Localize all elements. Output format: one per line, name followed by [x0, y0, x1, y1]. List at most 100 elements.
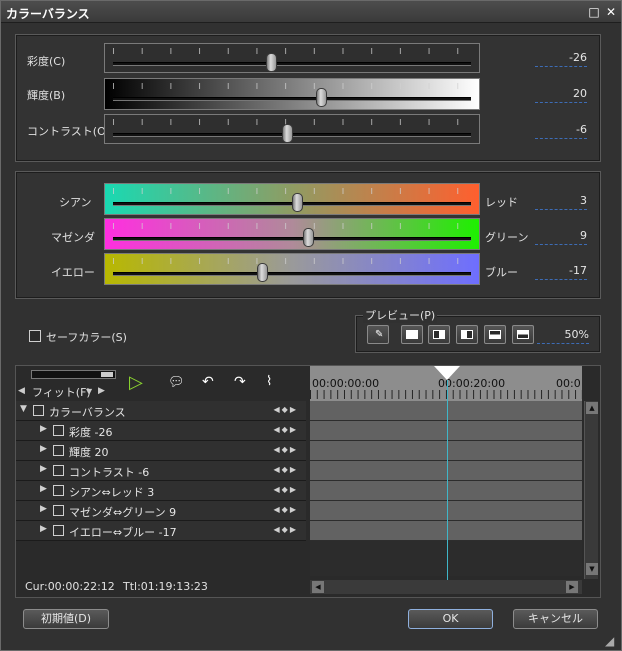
- bottom-split-icon: [517, 330, 529, 339]
- expand-right-icon[interactable]: ▶: [40, 424, 47, 434]
- eyedropper-icon: ✎: [375, 329, 384, 340]
- track-row[interactable]: ▶ マゼンダ⇔グリーン 9 ◀◆▶: [16, 501, 306, 521]
- brightness-value[interactable]: 20: [535, 87, 587, 103]
- keyframe-lane[interactable]: [310, 461, 582, 481]
- expand-down-icon[interactable]: ▼: [20, 404, 27, 414]
- expand-right-icon[interactable]: ▶: [40, 464, 47, 474]
- preview-original-button[interactable]: ✎: [367, 325, 389, 344]
- expand-right-icon[interactable]: ▶: [40, 484, 47, 494]
- keyframe-nav-icon[interactable]: ◀◆▶: [274, 405, 298, 414]
- keyframe-lane[interactable]: [310, 441, 582, 461]
- expand-right-icon[interactable]: ▶: [40, 504, 47, 514]
- restore-button[interactable]: □: [587, 5, 601, 19]
- zoom-right-arrow-icon[interactable]: ▶: [98, 386, 105, 396]
- ruler-time-start: 00:00:00:00: [312, 377, 380, 390]
- track-checkbox[interactable]: [33, 405, 44, 416]
- magenta-green-value[interactable]: 9: [535, 229, 587, 245]
- keyframe-lanes[interactable]: [310, 401, 582, 576]
- expand-right-icon[interactable]: ▶: [40, 524, 47, 534]
- right-split-icon: [461, 330, 473, 339]
- track-checkbox[interactable]: [53, 465, 64, 476]
- scroll-right-icon[interactable]: ▶: [566, 581, 578, 593]
- track-row[interactable]: ▶ コントラスト -6 ◀◆▶: [16, 461, 306, 481]
- vertical-scrollbar[interactable]: ▲ ▼: [584, 401, 598, 579]
- saturation-thumb[interactable]: [265, 53, 277, 72]
- safe-color-checkbox[interactable]: [29, 330, 41, 342]
- saturation-slider[interactable]: [104, 43, 480, 73]
- track-row[interactable]: ▶ 輝度 20 ◀◆▶: [16, 441, 306, 461]
- slider-ticks: [113, 48, 471, 54]
- magenta-green-slider[interactable]: [104, 218, 480, 250]
- keyframe-nav-icon[interactable]: ◀◆▶: [274, 485, 298, 494]
- preview-right-split-button[interactable]: [456, 325, 478, 344]
- keyframe-lane[interactable]: [310, 481, 582, 501]
- keyframe-nav-icon[interactable]: ◀◆▶: [274, 525, 298, 534]
- add-keyframe-icon[interactable]: 💬︎: [168, 375, 185, 390]
- fit-dropdown-icon[interactable]: ▼: [86, 387, 92, 396]
- expand-right-icon[interactable]: ▶: [40, 444, 47, 454]
- track-row[interactable]: ▶ シアン⇔レッド 3 ◀◆▶: [16, 481, 306, 501]
- zoom-bar[interactable]: [31, 370, 116, 379]
- track-checkbox[interactable]: [53, 525, 64, 536]
- saturation-label: 彩度(C): [27, 55, 66, 68]
- track-checkbox[interactable]: [53, 505, 64, 516]
- horizontal-scrollbar[interactable]: ◀ ▶: [310, 580, 582, 594]
- track-checkbox[interactable]: [53, 445, 64, 456]
- brightness-slider[interactable]: [104, 78, 480, 110]
- track-row-parent[interactable]: ▼ カラーバランス ◀◆▶: [16, 401, 306, 421]
- track-checkbox[interactable]: [53, 425, 64, 436]
- preview-bottom-split-button[interactable]: [512, 325, 534, 344]
- graph-icon[interactable]: ⌇: [266, 374, 272, 389]
- track-label: 彩度 -26: [69, 426, 113, 439]
- track-label: マゼンダ⇔グリーン 9: [69, 506, 177, 519]
- track-checkbox[interactable]: [53, 485, 64, 496]
- keyframe-lane[interactable]: [310, 501, 582, 521]
- cyan-red-thumb[interactable]: [292, 193, 304, 212]
- zoom-left-arrow-icon[interactable]: ◀: [18, 386, 25, 396]
- yellow-blue-slider[interactable]: [104, 253, 480, 285]
- top-split-icon: [489, 330, 501, 339]
- keyframe-lane[interactable]: [310, 421, 582, 441]
- current-time: Cur:00:00:22:12: [25, 580, 115, 593]
- title-bar[interactable]: カラーバランス □ ✕: [1, 1, 621, 23]
- saturation-value[interactable]: -26: [535, 51, 587, 67]
- yellow-blue-thumb[interactable]: [256, 263, 268, 282]
- keyframe-nav-icon[interactable]: ◀◆▶: [274, 465, 298, 474]
- playhead-marker[interactable]: [434, 366, 460, 380]
- cancel-button[interactable]: キャンセル: [513, 609, 598, 629]
- ruler-time-end: 00:0: [556, 377, 581, 390]
- scroll-down-icon[interactable]: ▼: [586, 563, 598, 575]
- zoom-bar-handle[interactable]: [101, 372, 113, 377]
- ok-button[interactable]: OK: [408, 609, 493, 629]
- reset-button[interactable]: 初期値(D): [23, 609, 109, 629]
- preview-top-split-button[interactable]: [484, 325, 506, 344]
- keyframe-lane[interactable]: [310, 521, 582, 541]
- preview-left-split-button[interactable]: [428, 325, 450, 344]
- preview-full-button[interactable]: [401, 325, 423, 344]
- brightness-thumb[interactable]: [315, 88, 327, 107]
- preview-zoom-value[interactable]: 50%: [537, 328, 589, 344]
- cyan-red-value[interactable]: 3: [535, 194, 587, 210]
- redo-icon[interactable]: ↷: [234, 374, 246, 390]
- fit-label[interactable]: フィット(F): [32, 384, 91, 400]
- close-button[interactable]: ✕: [604, 5, 618, 19]
- keyframe-nav-icon[interactable]: ◀◆▶: [274, 505, 298, 514]
- scroll-up-icon[interactable]: ▲: [586, 402, 598, 414]
- undo-icon[interactable]: ↶: [202, 374, 214, 390]
- track-label: カラーバランス: [49, 406, 126, 419]
- keyframe-lane[interactable]: [310, 401, 582, 421]
- scroll-left-icon[interactable]: ◀: [312, 581, 324, 593]
- keyframe-nav-icon[interactable]: ◀◆▶: [274, 445, 298, 454]
- track-row[interactable]: ▶ 彩度 -26 ◀◆▶: [16, 421, 306, 441]
- play-icon[interactable]: ▷: [129, 372, 143, 393]
- keyframe-nav-icon[interactable]: ◀◆▶: [274, 425, 298, 434]
- contrast-thumb[interactable]: [281, 124, 293, 143]
- magenta-green-thumb[interactable]: [303, 228, 315, 247]
- cyan-label: シアン: [59, 196, 92, 209]
- yellow-blue-value[interactable]: -17: [535, 264, 587, 280]
- track-row[interactable]: ▶ イエロー⇔ブルー -17 ◀◆▶: [16, 521, 306, 541]
- contrast-slider[interactable]: [104, 114, 480, 144]
- resize-grip-icon[interactable]: ◢: [605, 634, 614, 648]
- cyan-red-slider[interactable]: [104, 183, 480, 215]
- contrast-value[interactable]: -6: [535, 123, 587, 139]
